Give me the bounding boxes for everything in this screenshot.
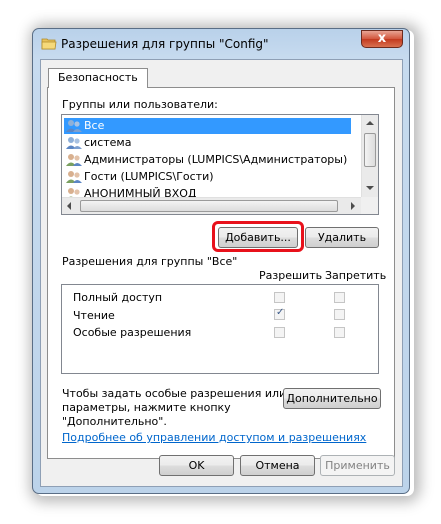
users-icon	[66, 171, 82, 183]
add-button[interactable]: Добавить...	[218, 227, 298, 248]
groups-label: Группы или пользователи:	[62, 98, 218, 111]
folder-icon	[41, 38, 57, 50]
permissions-label: Разрешения для группы "Все"	[62, 255, 238, 268]
checkmark-icon: ✓	[276, 307, 285, 318]
list-item[interactable]: Администраторы (LUMPICS\Администраторы)	[64, 152, 347, 168]
groups-listbox[interactable]: Все система Администраторы (LUMPICS\Адми…	[61, 114, 379, 215]
cancel-button-label: Отмена	[255, 459, 300, 472]
apply-button-label: Применить	[325, 459, 390, 472]
list-item[interactable]: система	[64, 135, 131, 151]
deny-checkbox	[334, 292, 345, 303]
advanced-button[interactable]: Дополнительно	[283, 388, 381, 409]
allow-checkbox	[274, 292, 285, 303]
close-button[interactable]: x	[361, 30, 403, 48]
scroll-down-icon[interactable]	[366, 186, 374, 190]
users-icon	[66, 137, 82, 149]
remove-button[interactable]: Удалить	[305, 227, 379, 248]
advanced-note-line2: параметры, нажмите кнопку	[62, 401, 231, 414]
permission-row-label: Полный доступ	[73, 291, 163, 304]
allow-column-header: Разрешить	[259, 269, 323, 282]
tab-security[interactable]: Безопасность	[48, 68, 148, 88]
scroll-thumb[interactable]	[364, 133, 376, 167]
deny-checkbox	[334, 309, 345, 320]
title-bar[interactable]: Разрешения для группы "Config" x	[33, 29, 409, 59]
scroll-corner	[361, 197, 378, 214]
scroll-up-icon[interactable]	[366, 121, 374, 125]
horizontal-scrollbar[interactable]	[62, 197, 361, 214]
apply-button[interactable]: Применить	[320, 455, 395, 476]
advanced-button-label: Дополнительно	[286, 392, 378, 405]
add-button-label: Добавить...	[225, 231, 291, 244]
permission-row-label: Чтение	[73, 309, 115, 322]
deny-checkbox	[334, 327, 345, 338]
list-item-label: система	[84, 136, 132, 149]
window-title: Разрешения для группы "Config"	[61, 37, 269, 51]
list-item[interactable]: Все	[64, 118, 351, 134]
allow-checkbox: ✓	[274, 307, 285, 320]
cancel-button[interactable]: Отмена	[240, 455, 315, 476]
advanced-note-line1: Чтобы задать особые разрешения или	[62, 387, 287, 400]
list-item[interactable]: Гости (LUMPICS\Гости)	[64, 169, 214, 185]
vertical-scrollbar[interactable]	[361, 115, 378, 197]
list-item-label: Администраторы (LUMPICS\Администраторы)	[84, 153, 348, 166]
list-item-label: Все	[84, 119, 105, 132]
scroll-right-icon[interactable]	[351, 202, 355, 210]
permission-row-label: Особые разрешения	[73, 326, 192, 339]
close-icon: x	[377, 31, 387, 46]
permissions-list: Полный доступ Чтение ✓ Особые разрешения	[61, 284, 379, 374]
remove-button-label: Удалить	[317, 231, 367, 244]
help-link[interactable]: Подробнее об управлении доступом и разре…	[62, 431, 366, 444]
deny-column-header: Запретить	[325, 269, 387, 282]
list-item-label: Гости (LUMPICS\Гости)	[84, 170, 214, 183]
ok-button[interactable]: OK	[159, 455, 234, 476]
scroll-left-icon[interactable]	[67, 202, 71, 210]
users-icon	[66, 120, 82, 132]
ok-button-label: OK	[188, 459, 205, 472]
allow-checkbox	[274, 327, 285, 338]
scroll-thumb[interactable]	[80, 200, 338, 212]
advanced-note-line3: "Дополнительно".	[62, 415, 167, 428]
users-icon	[66, 154, 82, 166]
